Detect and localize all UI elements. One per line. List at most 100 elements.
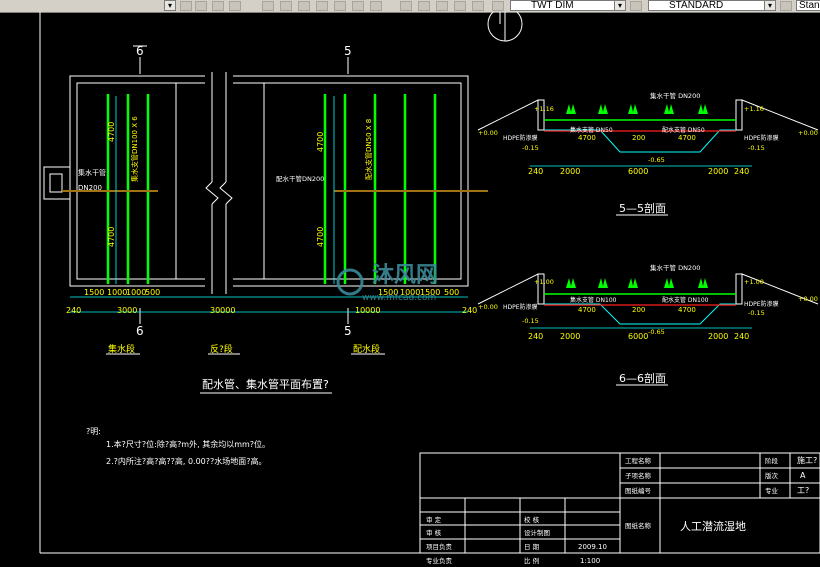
plant-icon [598, 278, 608, 288]
tb-r3-label: 图纸编号 [625, 486, 652, 495]
watermark-url: www.mfcad.com [362, 293, 436, 303]
s55-elev-mid-left: +0.00 [478, 129, 498, 137]
s55-elev-mid-right: +0.00 [798, 129, 818, 137]
modify-scale-icon[interactable] [370, 1, 382, 11]
tb-sig3: 项目负责 [426, 542, 453, 551]
layer-prev-icon[interactable] [212, 1, 224, 11]
section5-top: 5 [344, 44, 352, 58]
plan-outline [69, 75, 469, 287]
layer-match-icon[interactable] [229, 1, 241, 11]
dim-radius-icon[interactable] [436, 1, 448, 11]
s55-pipe-dn50a: 集水支管 DN50 [570, 126, 613, 134]
layer-state-icon[interactable] [195, 1, 207, 11]
notes-line-2: 2.?内所注?高?高??高, 0.00??水场地面?高。 [106, 456, 267, 466]
s55-elev-top-right: +1.16 [744, 105, 764, 113]
tb-r1-label: 工程名称 [625, 456, 652, 465]
title-block [419, 452, 820, 554]
s55-dim-200: 200 [632, 134, 645, 142]
break-gap [205, 72, 233, 294]
plant-icon [698, 104, 708, 114]
s55-dim-b3: 2000 [708, 167, 728, 176]
plant-icon [598, 104, 608, 114]
tb-sig6: 设计制图 [524, 528, 550, 537]
dim-style-icon[interactable] [492, 1, 504, 11]
dim-angular-icon[interactable] [454, 1, 466, 11]
s66-dim-b3: 2000 [708, 332, 728, 341]
dim-4700c: 4700 [316, 132, 325, 152]
tb-r3-right-label: 专业 [765, 486, 779, 495]
s66-elev-mid-left: +0.00 [478, 303, 498, 311]
dim-r1-0: 1500 [84, 288, 104, 297]
dim-r1-1: 1000 [107, 288, 127, 297]
s55-dim-b0: 240 [528, 167, 543, 176]
modify-move-icon[interactable] [262, 1, 274, 11]
plan-view: 4700 4700 4700 4700 集水支管DN100 X 6 配水支管DN… [43, 44, 488, 394]
extra-select[interactable]: Stan [796, 0, 820, 11]
s66-left-pipe: HDPE防渗膜 [503, 303, 538, 311]
plan-title: 配水管、集水管平面布置? [202, 377, 329, 391]
dimstyle-dropdown-arrow[interactable]: ▾ [614, 0, 626, 11]
s66-elev-low-left: -0.15 [522, 317, 539, 325]
inlet-box-inner [49, 173, 63, 193]
tb-r3-right-value: 工? [797, 486, 809, 495]
s66-dim-b2: 6000 [628, 332, 648, 341]
inlet-box [43, 166, 71, 200]
plant-icon [628, 278, 638, 288]
tb-sig7: 日 期 [524, 543, 540, 551]
s66-dim-200: 200 [632, 306, 645, 314]
distribute-segment-label: 配水段 [353, 343, 380, 355]
s66-elev-bottom: -0.65 [648, 328, 665, 336]
s66-left-slope [477, 273, 539, 305]
tb-sig8: 比 例 [524, 556, 539, 565]
table-style-icon[interactable] [780, 1, 792, 11]
tb-r2-right-value: A [800, 471, 806, 480]
s55-pipe-dn50b: 配水支管 DN50 [662, 126, 705, 134]
dimstyle-select[interactable]: TWT DIM [510, 0, 618, 11]
layer-tool-icon[interactable] [180, 1, 192, 11]
dim-r2-2: 30000 [210, 306, 235, 315]
dim-aligned-icon[interactable] [418, 1, 430, 11]
modify-rotate-icon[interactable] [352, 1, 364, 11]
section5-bottom: 5 [344, 324, 352, 338]
textstyle-select[interactable]: STANDARD [648, 0, 768, 11]
dim-4700b: 4700 [107, 227, 116, 247]
s66-dim-4700b: 4700 [678, 306, 696, 314]
modify-copy-icon[interactable] [280, 1, 292, 11]
dim-4700d: 4700 [316, 227, 325, 247]
tb-drawing-name-value: 人工潜流湿地 [680, 519, 746, 533]
s66-dim-b0: 240 [528, 332, 543, 341]
dim-r2-3: 10000 [355, 306, 380, 315]
modify-offset-icon[interactable] [316, 1, 328, 11]
collect-branch-label: 集水支管DN100 X 6 [130, 116, 139, 182]
s55-plants [566, 104, 708, 114]
textstyle-dropdown-arrow[interactable]: ▾ [764, 0, 776, 11]
notes-line-1: 1.本?尺寸?位:除?高?m外, 其余均以mm?位。 [106, 439, 270, 449]
s55-pipe-label: 集水干管 DN200 [650, 91, 700, 100]
s66-pipe-dn100a: 集水支管 DN100 [570, 296, 617, 304]
drawing-canvas[interactable]: 4700 4700 4700 4700 集水支管DN100 X 6 配水支管DN… [0, 12, 820, 567]
modify-mirror-icon[interactable] [298, 1, 310, 11]
s66-dim-b1: 2000 [560, 332, 580, 341]
s55-right-wall [735, 99, 743, 131]
section6-bottom: 6 [136, 324, 144, 338]
s55-elev-bottom: -0.65 [648, 156, 665, 164]
collect-segment-label: 集水段 [108, 343, 135, 355]
inlet-pipe-label-2: DN200 [78, 184, 102, 192]
modify-array-icon[interactable] [334, 1, 346, 11]
dim-linear-icon[interactable] [400, 1, 412, 11]
s66-elev-top-right: +1.00 [744, 278, 764, 286]
plant-icon [698, 278, 708, 288]
plant-icon [566, 278, 576, 288]
watermark-logo-icon [336, 268, 364, 296]
watermark-text: 沐风网 [372, 263, 438, 288]
dim-r1-2: 1000 [126, 288, 146, 297]
s55-dim-b2: 6000 [628, 167, 648, 176]
plant-icon [566, 104, 576, 114]
dim-r2-4: 240 [462, 306, 477, 315]
layer-dropdown-arrow[interactable]: ▾ [164, 0, 176, 11]
dim-r1-3: 500 [145, 288, 160, 297]
text-style-icon[interactable] [630, 1, 642, 11]
dim-leader-icon[interactable] [472, 1, 484, 11]
s55-dim-b1: 2000 [560, 167, 580, 176]
tb-scale-value: 1:100 [580, 557, 600, 565]
